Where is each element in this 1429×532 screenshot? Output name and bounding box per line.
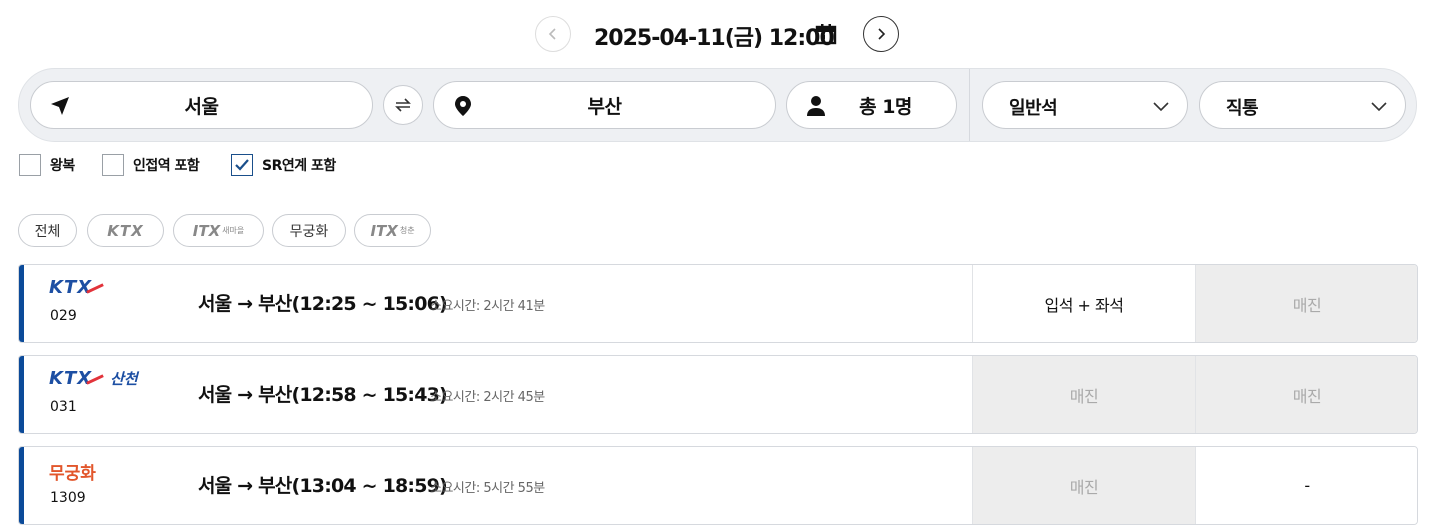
chevron-right-icon [878,28,886,40]
filter-itx-cheongchun[interactable]: ITX 청춘 [354,214,431,247]
itx-cheongchun-sublabel: 청춘 [399,226,415,235]
previous-date-button[interactable] [535,16,571,52]
date-navigation: 2025-04-11(금) 12:00 [0,15,1429,53]
travel-duration: 소요시간: 5시간 55분 [430,481,545,496]
sr-connection-checkbox[interactable]: SR연계 포함 [231,154,336,176]
route-times: 서울 → 부산(12:58 ~ 15:43) [198,384,448,406]
chevron-down-icon [1153,102,1169,112]
seat-option-1[interactable]: 입석 + 좌석 [972,265,1195,342]
round-trip-checkbox[interactable]: 왕복 [19,154,75,176]
train-brand: KTX 산천 [49,368,138,392]
checkbox-box[interactable] [231,154,253,176]
train-result-row[interactable]: 무궁화 1309 서울 → 부산(13:04 ~ 18:59) 소요시간: 5시… [18,446,1418,525]
train-number: 031 [50,399,77,415]
itx-logo: ITX [370,221,398,240]
filter-mugunghwa[interactable]: 무궁화 [272,214,346,247]
itx-logo: ITX [192,221,221,240]
train-brand: KTX [49,277,104,301]
departure-station-field[interactable]: 서울 [30,81,373,129]
checkbox-label: 인접역 포함 [133,158,200,174]
row-accent-bar [19,265,24,342]
route-times: 서울 → 부산(12:25 ~ 15:06) [198,293,448,315]
passenger-count-label: 총 1명 [859,95,912,118]
route-type-select[interactable]: 직통 [1199,81,1406,129]
selected-date: 2025-04-11(금) 12:00 [594,26,835,51]
calendar-icon[interactable] [815,23,837,45]
chevron-down-icon [1371,102,1387,112]
itx-saemaeul-sublabel: 새마을 [222,226,245,235]
seat-class-value: 일반석 [1009,98,1058,119]
arrival-station-label: 부산 [587,95,622,118]
search-divider [969,69,970,141]
nearby-stations-checkbox[interactable]: 인접역 포함 [102,154,200,176]
travel-duration: 소요시간: 2시간 41분 [430,299,545,314]
checkmark-icon [235,159,249,171]
route-times: 서울 → 부산(13:04 ~ 18:59) [198,475,448,497]
train-result-row[interactable]: KTX 029 서울 → 부산(12:25 ~ 15:06) 소요시간: 2시간… [18,264,1418,343]
travel-duration: 소요시간: 2시간 45분 [430,390,545,405]
ktx-logo: KTX [49,277,93,298]
next-date-button[interactable] [863,16,899,52]
passenger-count-field[interactable]: 총 1명 [786,81,957,129]
filter-mugunghwa-label: 무궁화 [289,223,329,240]
checkbox-box[interactable] [19,154,41,176]
ktx-logo: KTX [107,221,144,240]
train-result-row[interactable]: KTX 산천 031 서울 → 부산(12:58 ~ 15:43) 소요시간: 2… [18,355,1418,434]
checkbox-label: 왕복 [50,158,75,174]
filter-all[interactable]: 전체 [18,214,77,247]
row-accent-bar [19,447,24,524]
seat-class-select[interactable]: 일반석 [982,81,1188,129]
swap-stations-button[interactable] [383,85,423,125]
chevron-left-icon [548,28,556,40]
seat-option-2: 매진 [1195,265,1417,342]
train-brand: 무궁화 [49,459,96,484]
train-number: 029 [50,308,77,324]
checkbox-box[interactable] [102,154,124,176]
filter-all-label: 전체 [34,223,61,240]
filter-ktx[interactable]: KTX [87,214,164,247]
search-bar: 서울 부산 총 1명 일반석 직통 [18,68,1417,142]
departure-station-label: 서울 [184,95,219,118]
ktx-sancheon-label: 산천 [110,370,138,388]
mugunghwa-logo: 무궁화 [49,464,96,484]
checkbox-label: SR연계 포함 [262,158,336,174]
ktx-logo: KTX [49,368,93,389]
seat-option-1: 매진 [972,356,1195,433]
route-type-value: 직통 [1226,98,1259,119]
row-accent-bar [19,356,24,433]
swap-icon [395,98,411,112]
seat-option-2: 매진 [1195,356,1417,433]
filter-itx-saemaeul[interactable]: ITX 새마을 [173,214,264,247]
arrival-station-field[interactable]: 부산 [433,81,776,129]
train-number: 1309 [50,490,86,506]
seat-option-2: - [1195,447,1417,524]
seat-option-1: 매진 [972,447,1195,524]
